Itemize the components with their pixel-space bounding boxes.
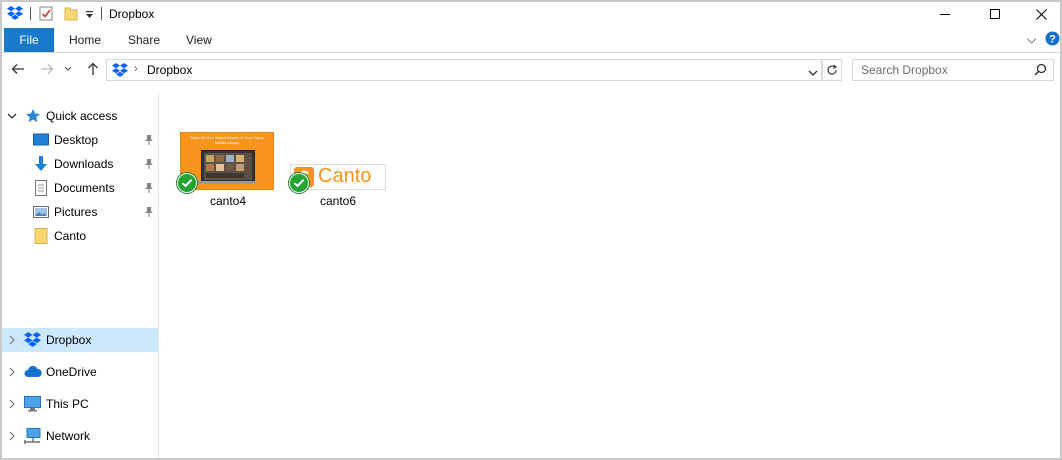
nav-label: This PC xyxy=(46,397,89,411)
forward-arrow-icon xyxy=(41,64,54,74)
pin-icon[interactable] xyxy=(144,134,154,149)
thumbnail-caption: Store All Your Brand Assets in Your Cant… xyxy=(190,135,264,145)
nav-item-downloads[interactable]: Downloads xyxy=(2,152,158,176)
file-name[interactable]: canto6 xyxy=(288,194,388,208)
separator xyxy=(101,7,102,20)
refresh-icon xyxy=(827,64,838,75)
star-icon xyxy=(25,108,41,124)
desktop-icon xyxy=(33,132,49,148)
chevron-down-icon xyxy=(64,66,72,71)
chevron-right-icon[interactable] xyxy=(7,367,17,377)
dropbox-icon xyxy=(112,63,128,80)
pictures-icon xyxy=(33,204,49,220)
properties-icon[interactable] xyxy=(39,6,53,24)
file-item-canto6[interactable]: Canto canto6 xyxy=(288,128,388,240)
expand-ribbon-icon[interactable] xyxy=(1026,34,1037,48)
search-placeholder[interactable]: Search Dropbox xyxy=(861,63,948,77)
folder-icon xyxy=(33,228,49,244)
nav-item-pictures[interactable]: Pictures xyxy=(2,200,158,224)
pin-icon[interactable] xyxy=(144,206,154,221)
nav-dropbox[interactable]: Dropbox xyxy=(2,328,158,352)
forward-button[interactable] xyxy=(37,59,57,79)
separator xyxy=(30,7,31,20)
nav-onedrive[interactable]: OneDrive xyxy=(2,360,158,384)
nav-network[interactable]: Network xyxy=(2,424,158,448)
svg-text:?: ? xyxy=(1049,34,1056,46)
nav-item-canto[interactable]: Canto xyxy=(2,224,158,248)
address-bar[interactable]: › Dropbox xyxy=(106,59,822,81)
computer-icon xyxy=(24,396,41,412)
dropbox-icon xyxy=(7,6,23,23)
laptop-base xyxy=(197,181,257,184)
ribbon: File Home Share View ? xyxy=(2,28,1060,53)
title-bar: Dropbox xyxy=(2,2,1060,26)
customize-toolbar-icon[interactable] xyxy=(85,8,94,22)
thumbnail-caption: Canto xyxy=(318,165,372,187)
breadcrumb-separator-icon[interactable]: › xyxy=(134,63,138,75)
pin-icon[interactable] xyxy=(144,158,154,173)
nav-this-pc[interactable]: This PC xyxy=(2,392,158,416)
nav-label: Desktop xyxy=(54,133,99,147)
nav-label: Network xyxy=(46,429,91,443)
nav-label: Downloads xyxy=(54,157,114,171)
minimize-button[interactable] xyxy=(922,2,968,26)
network-icon xyxy=(24,428,41,444)
nav-item-documents[interactable]: Documents xyxy=(2,176,158,200)
tab-share[interactable]: Share xyxy=(128,28,160,52)
address-history-dropdown-icon[interactable] xyxy=(808,66,818,80)
breadcrumb-dropbox[interactable]: Dropbox xyxy=(147,63,192,77)
navigation-pane: Quick access Desktop Downloads Documents… xyxy=(2,94,159,458)
file-name[interactable]: canto4 xyxy=(178,194,278,208)
maximize-button[interactable] xyxy=(972,2,1018,26)
file-item-canto4[interactable]: Store All Your Brand Assets in Your Cant… xyxy=(177,128,278,240)
chevron-right-icon[interactable] xyxy=(7,399,17,409)
file-list: Store All Your Brand Assets in Your Cant… xyxy=(160,94,1060,458)
sync-status-check-icon xyxy=(177,173,197,193)
dropbox-icon xyxy=(24,332,41,348)
nav-label: Canto xyxy=(54,229,87,243)
close-icon xyxy=(1035,8,1047,20)
tab-file[interactable]: File xyxy=(4,28,54,52)
tab-view[interactable]: View xyxy=(186,28,212,52)
nav-item-desktop[interactable]: Desktop xyxy=(2,128,158,152)
nav-label: Quick access xyxy=(46,109,118,123)
onedrive-cloud-icon xyxy=(24,365,42,381)
back-button[interactable] xyxy=(8,59,28,79)
search-box[interactable]: Search Dropbox xyxy=(852,59,1054,81)
back-arrow-icon xyxy=(11,64,24,74)
nav-label: OneDrive xyxy=(46,365,97,379)
laptop-screen-image xyxy=(201,150,255,183)
tab-home[interactable]: Home xyxy=(69,28,101,52)
window-title: Dropbox xyxy=(109,7,155,21)
explorer-window: Dropbox File Home Share View ? › Dropbox… xyxy=(0,0,1062,460)
maximize-icon xyxy=(990,9,1000,19)
up-button[interactable] xyxy=(83,59,103,79)
refresh-button[interactable] xyxy=(822,59,842,81)
new-folder-icon[interactable] xyxy=(64,6,78,24)
chevron-down-icon[interactable] xyxy=(7,111,17,121)
chevron-right-icon[interactable] xyxy=(7,431,17,441)
nav-label: Pictures xyxy=(54,205,98,219)
download-arrow-icon xyxy=(33,156,49,172)
pin-icon[interactable] xyxy=(144,182,154,197)
minimize-icon xyxy=(940,14,950,15)
chevron-right-icon[interactable] xyxy=(7,335,17,345)
documents-icon xyxy=(33,180,49,196)
help-icon[interactable]: ? xyxy=(1045,31,1060,49)
nav-quick-access[interactable]: Quick access xyxy=(2,104,158,128)
sync-status-check-icon xyxy=(289,173,309,193)
nav-label: Documents xyxy=(54,181,115,195)
close-button[interactable] xyxy=(1018,2,1062,26)
nav-label: Dropbox xyxy=(46,333,92,347)
recent-locations-button[interactable] xyxy=(61,59,75,79)
up-arrow-icon xyxy=(88,62,98,75)
search-icon[interactable] xyxy=(1034,63,1047,79)
